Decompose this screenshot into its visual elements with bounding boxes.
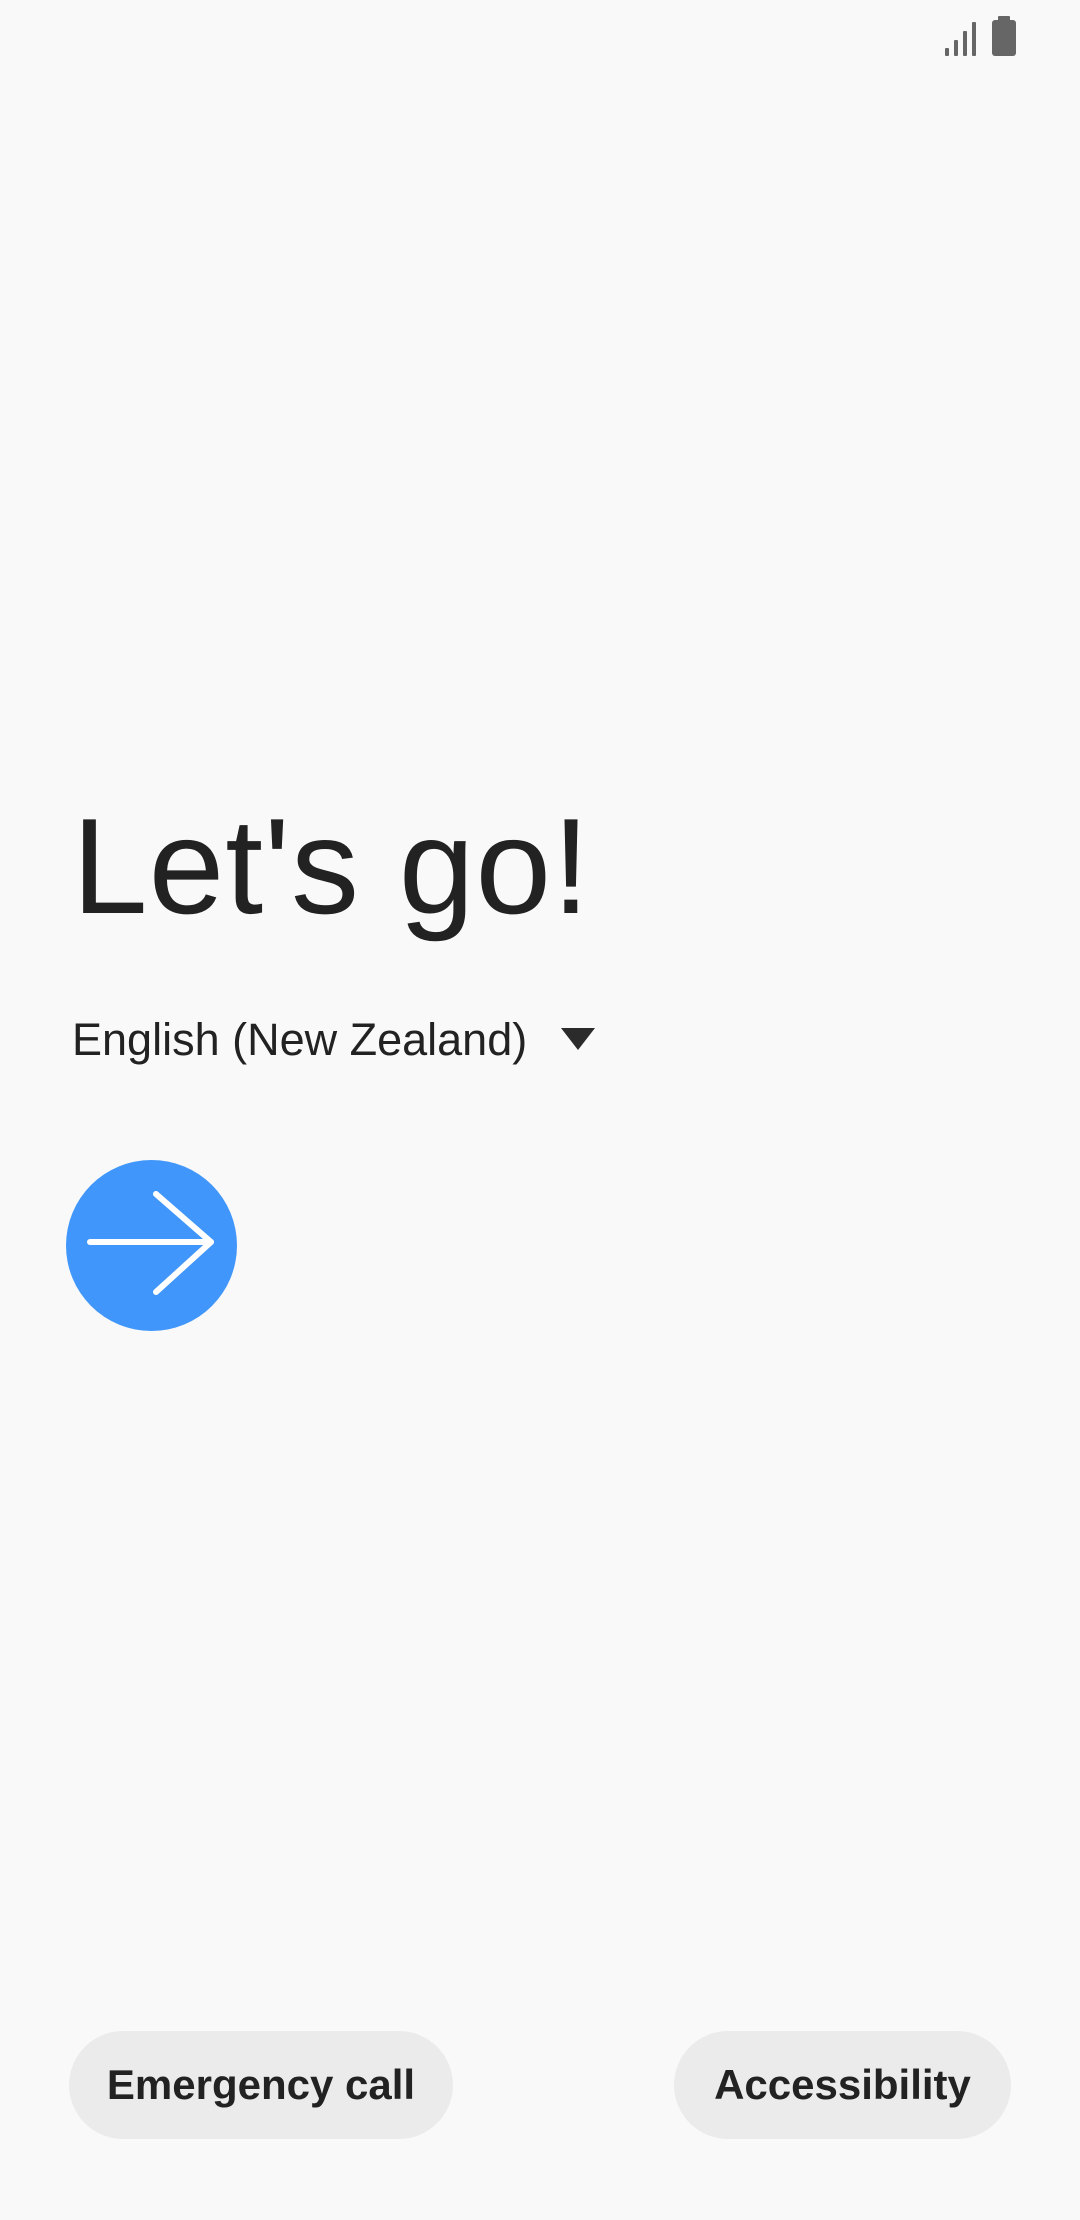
language-selected-value: English (New Zealand): [72, 1014, 528, 1065]
arrow-right-icon: [87, 1191, 214, 1295]
accessibility-button[interactable]: Accessibility: [674, 2031, 1011, 2139]
page-title: Let's go!: [72, 790, 591, 942]
signal-icon: [945, 22, 976, 56]
status-bar: [0, 0, 1080, 80]
emergency-call-button[interactable]: Emergency call: [69, 2031, 453, 2139]
language-selector[interactable]: English (New Zealand): [72, 1005, 596, 1075]
battery-icon: [992, 16, 1016, 56]
dropdown-triangle-icon: [561, 1028, 596, 1050]
next-button[interactable]: [66, 1160, 237, 1331]
